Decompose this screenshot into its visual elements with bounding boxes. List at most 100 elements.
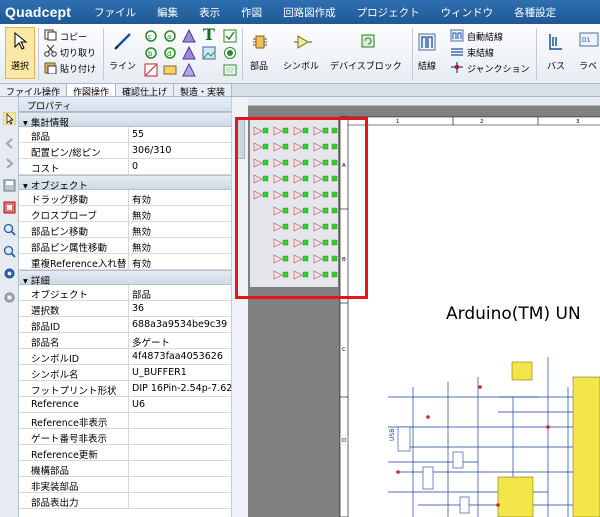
svg-text:a: a bbox=[167, 33, 171, 41]
device-block-icon bbox=[361, 34, 375, 48]
property-key: 部品 bbox=[19, 127, 129, 142]
back-arrow-icon[interactable] bbox=[3, 137, 16, 150]
paste-button[interactable]: 貼り付け bbox=[60, 62, 96, 75]
tab-file-ops[interactable]: ファイル操作 bbox=[0, 84, 68, 98]
cut-button[interactable]: 切り取り bbox=[60, 46, 96, 59]
tab-check-finish[interactable]: 確認仕上げ bbox=[116, 84, 175, 98]
property-key: 部品ピン属性移動 bbox=[19, 238, 129, 253]
ellipse-tool-icon[interactable]: d bbox=[163, 46, 177, 60]
radio-tool-icon[interactable] bbox=[223, 46, 237, 60]
property-select[interactable]: 有効▼ bbox=[129, 254, 247, 269]
menu-edit[interactable]: 編集 bbox=[146, 5, 188, 20]
rectangle-tool-icon[interactable] bbox=[163, 63, 177, 77]
property-select[interactable]: ▼ bbox=[129, 493, 247, 508]
property-key: 機構部品 bbox=[19, 461, 129, 476]
symbol-button[interactable]: シンボル bbox=[283, 59, 319, 72]
triangle-tool-icon[interactable] bbox=[182, 29, 196, 43]
line-button[interactable]: ライン bbox=[109, 59, 136, 72]
panel-title-bar: プロパティ ‹‹ bbox=[19, 97, 247, 112]
section-detail[interactable]: ▾ 詳細 bbox=[19, 270, 247, 287]
property-select[interactable]: 有効▼ bbox=[129, 190, 247, 205]
property-value: U6 bbox=[132, 399, 145, 410]
svg-text:d: d bbox=[167, 50, 171, 58]
checkbox-tool-icon[interactable] bbox=[223, 29, 237, 43]
zoom-out-icon[interactable] bbox=[3, 245, 16, 258]
freehand-tool-icon[interactable] bbox=[144, 63, 158, 77]
zoom-in-icon[interactable] bbox=[3, 223, 16, 236]
property-row: 非実装部品▼ bbox=[19, 477, 247, 493]
image-tool-icon[interactable] bbox=[202, 46, 216, 60]
polygon-tool-icon[interactable] bbox=[182, 46, 196, 60]
property-value: 0 bbox=[132, 161, 139, 172]
property-select[interactable]: 無効▼ bbox=[129, 222, 247, 237]
section-summary[interactable]: ▾ 集計情報 ▣ bbox=[19, 112, 247, 129]
forward-arrow-icon[interactable] bbox=[3, 157, 16, 170]
property-select[interactable]: ▼ bbox=[129, 429, 247, 444]
text-tool-icon[interactable]: T bbox=[203, 25, 215, 44]
svg-text:b: b bbox=[148, 50, 153, 58]
property-row: シンボルID 4f4873faa4053626 bbox=[19, 349, 247, 365]
cursor-icon bbox=[14, 32, 28, 50]
sheet-title: Arduino(TM) UN bbox=[446, 304, 581, 324]
property-select[interactable]: ▼ bbox=[129, 413, 247, 428]
copy-button[interactable]: コピー bbox=[60, 30, 87, 43]
property-value: 多ゲート bbox=[132, 338, 171, 348]
property-row: 機構部品▼ bbox=[19, 461, 247, 477]
wire-button[interactable]: 結線 bbox=[418, 59, 436, 72]
junction-button[interactable]: ジャンクション bbox=[467, 62, 530, 75]
part-button[interactable]: 部品 bbox=[250, 59, 268, 72]
settings-gear-icon[interactable] bbox=[3, 267, 16, 280]
property-select[interactable]: ▼ bbox=[129, 461, 247, 476]
menu-draw[interactable]: 作図 bbox=[230, 5, 272, 20]
ribbon-toolbar: 選択 コピー 切り取り 貼り付け ライン c b a d T 部品 シンボル デ… bbox=[0, 24, 600, 84]
menu-schematic[interactable]: 回路図作成 bbox=[272, 5, 346, 20]
property-key: Reference bbox=[19, 397, 129, 412]
property-value: 688a3a9534be9c39 bbox=[132, 319, 228, 330]
menu-view[interactable]: 表示 bbox=[188, 5, 230, 20]
property-value: U_BUFFER1 bbox=[132, 367, 187, 378]
bundle-wire-button[interactable]: 束結線 bbox=[467, 46, 494, 59]
property-row: シンボル名 U_BUFFER1 bbox=[19, 365, 247, 381]
menu-file[interactable]: ファイル bbox=[83, 5, 146, 20]
section-object[interactable]: ▾ オブジェクト bbox=[19, 175, 247, 192]
property-select[interactable]: 無効▼ bbox=[129, 206, 247, 221]
property-key: シンボル名 bbox=[19, 365, 129, 380]
menu-settings[interactable]: 各種設定 bbox=[503, 5, 566, 20]
options-gear-icon[interactable] bbox=[3, 291, 16, 304]
label-button[interactable]: ラベ bbox=[579, 59, 597, 72]
pointer-icon[interactable] bbox=[3, 112, 16, 125]
auto-wire-button[interactable]: 自動結線 bbox=[467, 30, 503, 43]
property-row: 部品ピン移動 無効▼ bbox=[19, 222, 247, 238]
svg-text:c: c bbox=[148, 33, 152, 41]
property-row: 部品表出力▼ bbox=[19, 493, 247, 509]
frame-tool-icon[interactable] bbox=[223, 63, 237, 77]
wire-icon bbox=[418, 33, 436, 51]
arc-tool-icon[interactable]: c bbox=[144, 29, 158, 43]
property-row: ゲート番号非表示▼ bbox=[19, 429, 247, 445]
property-key: 選択数 bbox=[19, 301, 129, 316]
collapse-triangle-icon: ▾ bbox=[23, 181, 28, 192]
circle-tool-icon[interactable]: a bbox=[163, 29, 177, 43]
menu-project[interactable]: プロジェクト bbox=[346, 5, 430, 20]
property-select[interactable]: ▼ bbox=[129, 477, 247, 492]
property-select[interactable]: ▼ bbox=[129, 445, 247, 460]
property-row: Reference非表示▼ bbox=[19, 413, 247, 429]
polyline-tool-icon[interactable]: b bbox=[144, 46, 158, 60]
bus-button[interactable]: バス bbox=[547, 59, 565, 72]
ruler-number: 1 bbox=[396, 119, 400, 125]
fill-polygon-tool-icon[interactable] bbox=[182, 63, 196, 77]
save-icon[interactable] bbox=[3, 179, 16, 192]
property-value: 306/310 bbox=[132, 145, 172, 156]
ruler-number: 2 bbox=[480, 119, 484, 125]
usb-label: USB bbox=[389, 429, 396, 441]
property-key: 配置ピン/総ピン bbox=[19, 143, 129, 158]
collapse-triangle-icon: ▾ bbox=[23, 276, 28, 287]
tab-manufacture[interactable]: 製造・実装 bbox=[174, 84, 233, 98]
property-row: 部品 55 bbox=[19, 127, 247, 143]
select-area-icon[interactable] bbox=[3, 201, 16, 214]
menu-window[interactable]: ウィンドウ bbox=[430, 5, 504, 20]
tab-draw-ops[interactable]: 作図操作 bbox=[67, 84, 117, 98]
device-block-button[interactable]: デバイスブロック bbox=[330, 59, 402, 72]
property-select[interactable]: 無効▼ bbox=[129, 238, 247, 253]
row-letter: C bbox=[342, 347, 346, 353]
